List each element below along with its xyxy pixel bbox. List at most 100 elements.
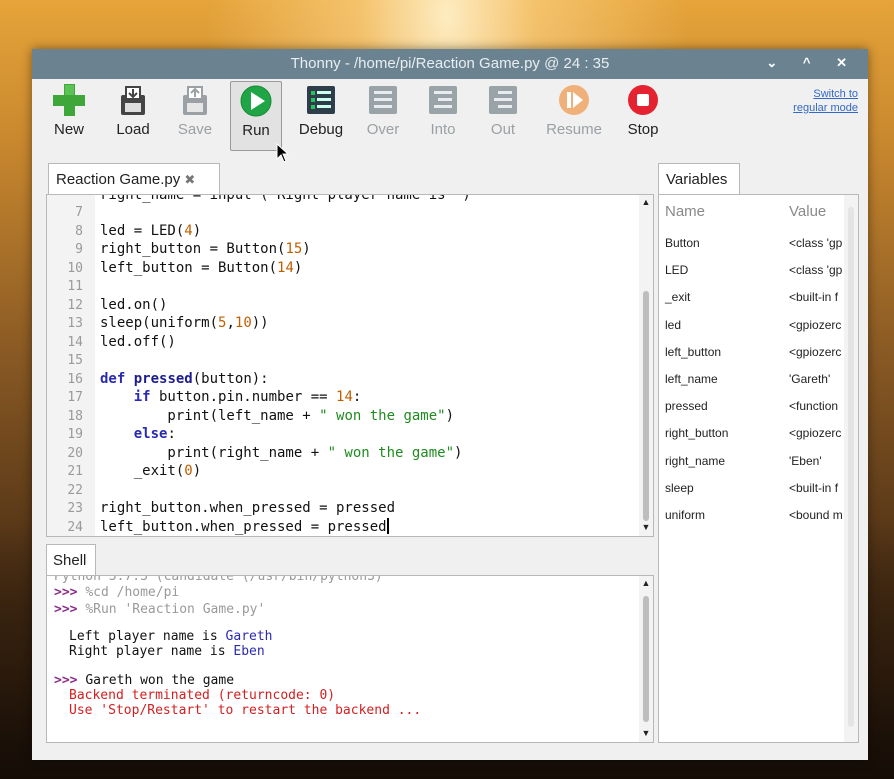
thonny-window: Thonny - /home/pi/Reaction Game.py @ 24 … [32,49,868,760]
variable-row[interactable]: left_name 'Gareth' [659,372,844,399]
into-label: Into [430,121,456,138]
value-column-header: Value [789,203,827,220]
variables-scrollbar[interactable] [844,195,858,742]
variable-name: right_button [665,426,729,441]
variable-name: Button [665,236,700,250]
scroll-up-icon[interactable]: ▲ [639,197,653,209]
code-editor[interactable]: right_name = input ("Right player name i… [46,194,654,537]
save-label: Save [177,121,213,138]
line-number: 12 [67,297,83,313]
shell-error-1: Backend terminated (returncode: 0) [69,688,336,703]
save-icon [178,83,212,117]
close-tab-icon[interactable]: ✖ [184,172,195,187]
code-text: left_button = Button(14) [100,259,303,276]
scroll-down-icon[interactable]: ▼ [639,522,653,534]
switch-mode-link[interactable]: Switch to regular mode [793,87,858,115]
save-button[interactable]: Save [170,83,220,138]
run-button[interactable]: Run [230,81,282,151]
run-label: Run [242,122,270,139]
code-text: sleep(uniform(5,10)) [100,315,269,331]
code-text: if button.pin.number == 14: [133,389,362,405]
shell-prompt: >>> [54,673,78,688]
variable-value: <built-in f [789,290,839,305]
shell-line-run: >>> %Run 'Reaction Game.py' [54,602,265,617]
code-text: led.on() [100,296,168,313]
shell-prompt: >>> [54,602,78,617]
variable-value: <class 'gp [789,263,843,278]
code-text: _exit(0) [100,463,202,479]
line-number: 23 [67,501,83,516]
variable-value: <function [789,399,839,414]
variable-value: <bound m [789,508,843,522]
shell-cmd-run: %Run 'Reaction Game.py' [85,602,266,617]
tab-reaction-game[interactable]: Reaction Game.py ✖ [48,163,220,195]
text-caret [386,517,389,534]
variable-name: _exit [665,290,691,305]
switch-mode-line2: regular mode [793,102,858,114]
debug-label: Debug [298,121,344,138]
variable-value: <gpiozerc [789,344,842,359]
tab-shell[interactable]: Shell [46,544,96,576]
variable-value: <gpiozerc [789,317,842,332]
new-button[interactable]: New [44,83,94,138]
scroll-up-icon[interactable]: ▲ [639,578,653,590]
out2-prefix: Right player name is [69,644,234,659]
variable-value: <gpiozerc [789,426,842,441]
variable-row[interactable]: _exit <built-in f [659,290,844,317]
shell-scrollbar[interactable]: ▲ ▼ [639,576,653,742]
code-text: left_button.when_pressed = pressed [100,517,389,535]
stop-label: Stop [627,121,659,138]
variable-row[interactable]: right_button <gpiozerc [659,426,844,453]
step-out-icon [486,83,520,117]
variable-row[interactable]: led <gpiozerc [659,318,844,345]
scroll-thumb[interactable] [643,596,649,722]
debug-button[interactable]: Debug [296,83,346,138]
code-text: else: [133,426,176,442]
variable-row[interactable]: Button <class 'gp [659,236,844,263]
tab-label-wrap: Reaction Game.py ✖ [56,171,195,188]
scroll-thumb[interactable] [848,207,854,727]
toolbar: New Load Save Run Debug Over Into Out Re… [32,79,868,157]
plus-icon [52,83,86,117]
code-text: print(right_name + " won the game") [100,444,463,461]
variable-row[interactable]: LED <class 'gp [659,263,844,290]
load-label: Load [116,121,150,138]
window-title: Thonny - /home/pi/Reaction Game.py @ 24 … [290,55,610,72]
variable-name: left_button [665,344,722,359]
editor-scrollbar[interactable]: ▲ ▼ [639,195,653,536]
line-number: 10 [67,260,83,276]
line-number: 17 [67,390,83,405]
resume-button[interactable]: Resume [544,83,604,138]
step-over-button[interactable]: Over [358,83,408,138]
shell-winner-text: Gareth won the game [85,673,235,688]
resume-icon [557,83,591,117]
variable-name: LED [665,263,689,278]
variable-row[interactable]: pressed <function [659,399,844,426]
variable-row[interactable]: uniform <bound m [659,508,844,535]
variable-value: 'Eben' [789,453,822,468]
shell-console[interactable]: Python 3.7.3 (candidate (/usr/bin/python… [46,575,654,743]
variable-name: pressed [665,399,708,414]
scroll-thumb[interactable] [643,291,649,521]
code-text: led = LED(4) [100,222,202,239]
code-text: right_button.when_pressed = pressed [100,500,396,516]
variables-tab-label: Variables [666,171,728,188]
window-controls[interactable]: ⌄ ^ ✕ [766,55,858,71]
stop-icon [626,83,660,117]
step-into-button[interactable]: Into [418,83,468,138]
step-out-button[interactable]: Out [478,83,528,138]
variable-value: 'Gareth' [789,372,831,386]
name-column-header: Name [665,203,706,220]
title-bar[interactable]: Thonny - /home/pi/Reaction Game.py @ 24 … [32,49,868,79]
tab-variables[interactable]: Variables [658,163,740,195]
load-button[interactable]: Load [108,83,158,138]
variable-row[interactable]: left_button <gpiozerc [659,345,844,372]
stop-button[interactable]: Stop [618,83,668,138]
run-icon [239,84,273,118]
shell-cmd-cd: %cd /home/pi [85,585,180,600]
over-label: Over [366,121,400,138]
variable-row[interactable]: sleep <built-in f [659,481,844,508]
step-over-icon [366,83,400,117]
variable-row[interactable]: right_name 'Eben' [659,454,844,481]
scroll-down-icon[interactable]: ▼ [639,728,653,740]
